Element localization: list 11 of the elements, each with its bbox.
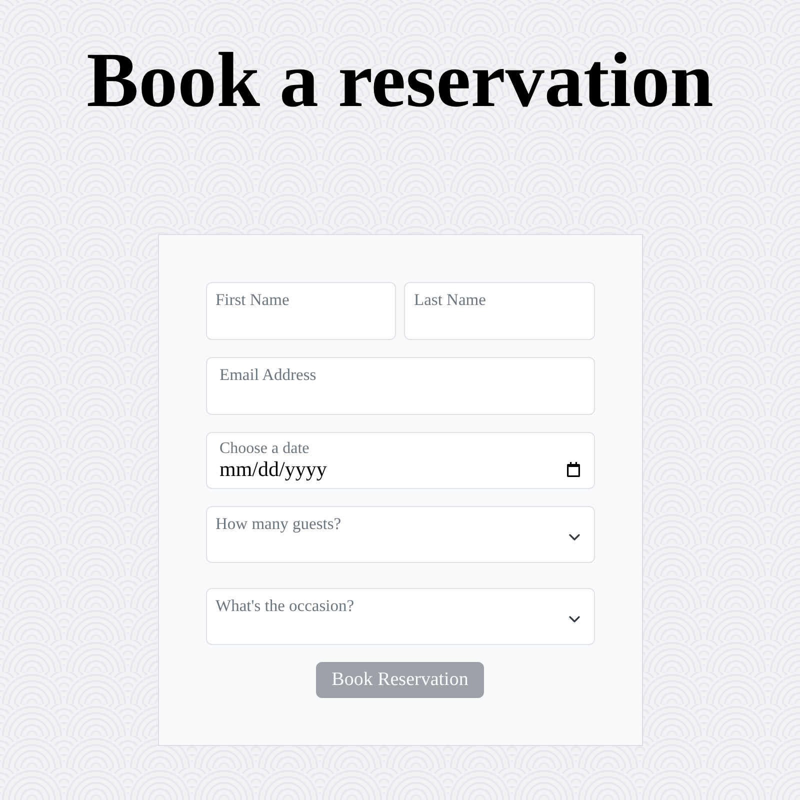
dropdown-field[interactable]: What's the occasion? — [206, 588, 594, 645]
text-field[interactable]: Last Name — [404, 282, 594, 340]
chevron-down-icon — [568, 616, 580, 623]
page-title: Book a reservation — [86, 36, 714, 124]
field-label: Choose a date — [220, 440, 310, 458]
dropdown-field[interactable]: How many guests? — [206, 506, 594, 563]
email-field[interactable]: Email Address — [206, 357, 594, 415]
chevron-down-icon — [568, 534, 580, 541]
date-field[interactable]: Choose a date mm/dd/yyyy — [206, 432, 594, 489]
calendar-icon[interactable] — [566, 462, 580, 476]
text-field[interactable]: First Name — [206, 282, 396, 340]
